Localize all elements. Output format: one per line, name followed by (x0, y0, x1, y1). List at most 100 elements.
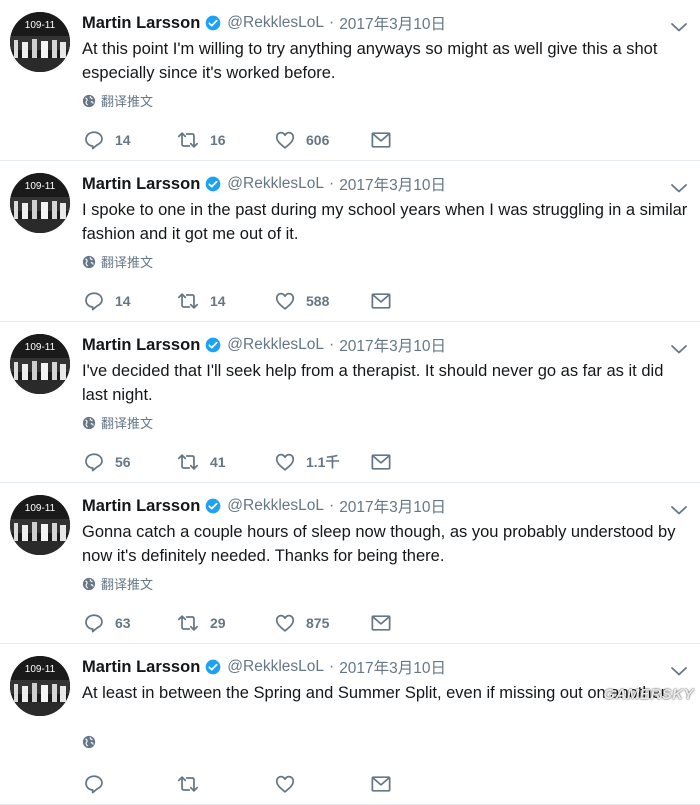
display-name[interactable]: Martin Larsson (82, 14, 200, 33)
tweet-timeline: 109-11 Martin Larsson @RekklesLoL · 2017… (0, 0, 700, 805)
chevron-down-icon[interactable] (670, 20, 688, 32)
like-button[interactable]: 588 (274, 290, 370, 312)
display-name[interactable]: Martin Larsson (82, 497, 200, 516)
username-handle[interactable]: @RekklesLoL (227, 14, 324, 32)
username-handle[interactable]: @RekklesLoL (227, 336, 324, 354)
chevron-down-icon[interactable] (670, 664, 688, 676)
separator-dot: · (329, 175, 335, 192)
translate-link[interactable]: 翻译推文 (82, 413, 153, 432)
envelope-icon (370, 452, 392, 472)
heart-icon (274, 773, 296, 795)
globe-icon (82, 735, 96, 749)
username-handle[interactable]: @RekklesLoL (227, 175, 324, 193)
avatar[interactable]: 109-11 (10, 12, 70, 72)
avatar[interactable]: 109-11 (10, 495, 70, 555)
watermark: GAMERSKY (603, 686, 694, 703)
retweet-icon (176, 451, 200, 473)
retweet-button[interactable]: 29 (176, 612, 274, 634)
retweet-count: 29 (210, 615, 226, 631)
chevron-down-icon[interactable] (670, 503, 688, 515)
like-button[interactable] (274, 773, 370, 795)
retweet-count: 16 (210, 132, 226, 148)
retweet-button[interactable]: 14 (176, 290, 274, 312)
tweet-text: At this point I'm willing to try anythin… (82, 40, 658, 82)
display-name[interactable]: Martin Larsson (82, 658, 200, 677)
like-count: 606 (306, 132, 330, 148)
direct-message-button[interactable] (370, 774, 400, 794)
reply-icon (83, 773, 105, 795)
like-count: 875 (306, 615, 330, 631)
translate-label[interactable]: 翻译推文 (101, 413, 153, 432)
reply-button[interactable]: 14 (83, 290, 176, 312)
direct-message-button[interactable] (370, 452, 400, 472)
avatar-text: 109-11 (25, 20, 56, 31)
tweet[interactable]: 109-11 Martin Larsson @RekklesLoL · 2017… (0, 644, 700, 805)
tweet-header: Martin Larsson @RekklesLoL · 2017年3月10日 (82, 11, 446, 35)
like-button[interactable]: 1.1千 (274, 451, 370, 473)
reply-button[interactable] (83, 773, 176, 795)
translate-label[interactable]: 翻译推文 (101, 252, 153, 271)
tweet[interactable]: 109-11 Martin Larsson @RekklesLoL · 2017… (0, 0, 700, 161)
reply-button[interactable]: 56 (83, 451, 176, 473)
separator-dot: · (329, 658, 335, 675)
retweet-button[interactable]: 16 (176, 129, 274, 151)
avatar-text: 109-11 (25, 503, 56, 514)
timestamp-link[interactable]: 2017年3月10日 (339, 656, 446, 678)
retweet-icon (176, 612, 200, 634)
verified-icon (205, 659, 221, 675)
reply-icon (83, 290, 105, 312)
display-name[interactable]: Martin Larsson (82, 175, 200, 194)
username-handle[interactable]: @RekklesLoL (227, 497, 324, 515)
envelope-icon (370, 613, 392, 633)
retweet-button[interactable]: 41 (176, 451, 274, 473)
envelope-icon (370, 291, 392, 311)
translate-link[interactable] (82, 735, 101, 749)
translate-link[interactable]: 翻译推文 (82, 91, 153, 110)
reply-count: 56 (115, 454, 131, 470)
timestamp-link[interactable]: 2017年3月10日 (339, 173, 446, 195)
chevron-down-icon[interactable] (670, 181, 688, 193)
tweet-actions: 14 14 588 (83, 289, 400, 313)
avatar[interactable]: 109-11 (10, 173, 70, 233)
globe-icon (82, 416, 96, 430)
tweet[interactable]: 109-11 Martin Larsson @RekklesLoL · 2017… (0, 161, 700, 322)
chevron-down-icon[interactable] (670, 342, 688, 354)
heart-icon (274, 451, 296, 473)
translate-link[interactable]: 翻译推文 (82, 574, 153, 593)
avatar[interactable]: 109-11 (10, 656, 70, 716)
globe-icon (82, 577, 96, 591)
timestamp-link[interactable]: 2017年3月10日 (339, 334, 446, 356)
reply-button[interactable]: 63 (83, 612, 176, 634)
display-name[interactable]: Martin Larsson (82, 336, 200, 355)
reply-count: 63 (115, 615, 131, 631)
tweet[interactable]: 109-11 Martin Larsson @RekklesLoL · 2017… (0, 483, 700, 644)
timestamp-link[interactable]: 2017年3月10日 (339, 495, 446, 517)
avatar-text: 109-11 (25, 342, 56, 353)
direct-message-button[interactable] (370, 291, 400, 311)
username-handle[interactable]: @RekklesLoL (227, 658, 324, 676)
tweet-header: Martin Larsson @RekklesLoL · 2017年3月10日 (82, 333, 446, 357)
retweet-count: 14 (210, 293, 226, 309)
like-button[interactable]: 875 (274, 612, 370, 634)
avatar-text: 109-11 (25, 181, 56, 192)
reply-button[interactable]: 14 (83, 129, 176, 151)
direct-message-button[interactable] (370, 613, 400, 633)
avatar[interactable]: 109-11 (10, 334, 70, 394)
like-button[interactable]: 606 (274, 129, 370, 151)
direct-message-button[interactable] (370, 130, 400, 150)
translate-link[interactable]: 翻译推文 (82, 252, 153, 271)
translate-label[interactable]: 翻译推文 (101, 574, 153, 593)
tweet[interactable]: 109-11 Martin Larsson @RekklesLoL · 2017… (0, 322, 700, 483)
tweet-header: Martin Larsson @RekklesLoL · 2017年3月10日 (82, 494, 446, 518)
retweet-icon (176, 129, 200, 151)
retweet-button[interactable] (176, 773, 274, 795)
translate-label[interactable]: 翻译推文 (101, 91, 153, 110)
verified-icon (205, 176, 221, 192)
tweet-actions (83, 772, 400, 796)
timestamp-link[interactable]: 2017年3月10日 (339, 12, 446, 34)
reply-icon (83, 612, 105, 634)
tweet-actions: 63 29 875 (83, 611, 400, 635)
globe-icon (82, 255, 96, 269)
like-count: 588 (306, 293, 330, 309)
reply-count: 14 (115, 293, 131, 309)
